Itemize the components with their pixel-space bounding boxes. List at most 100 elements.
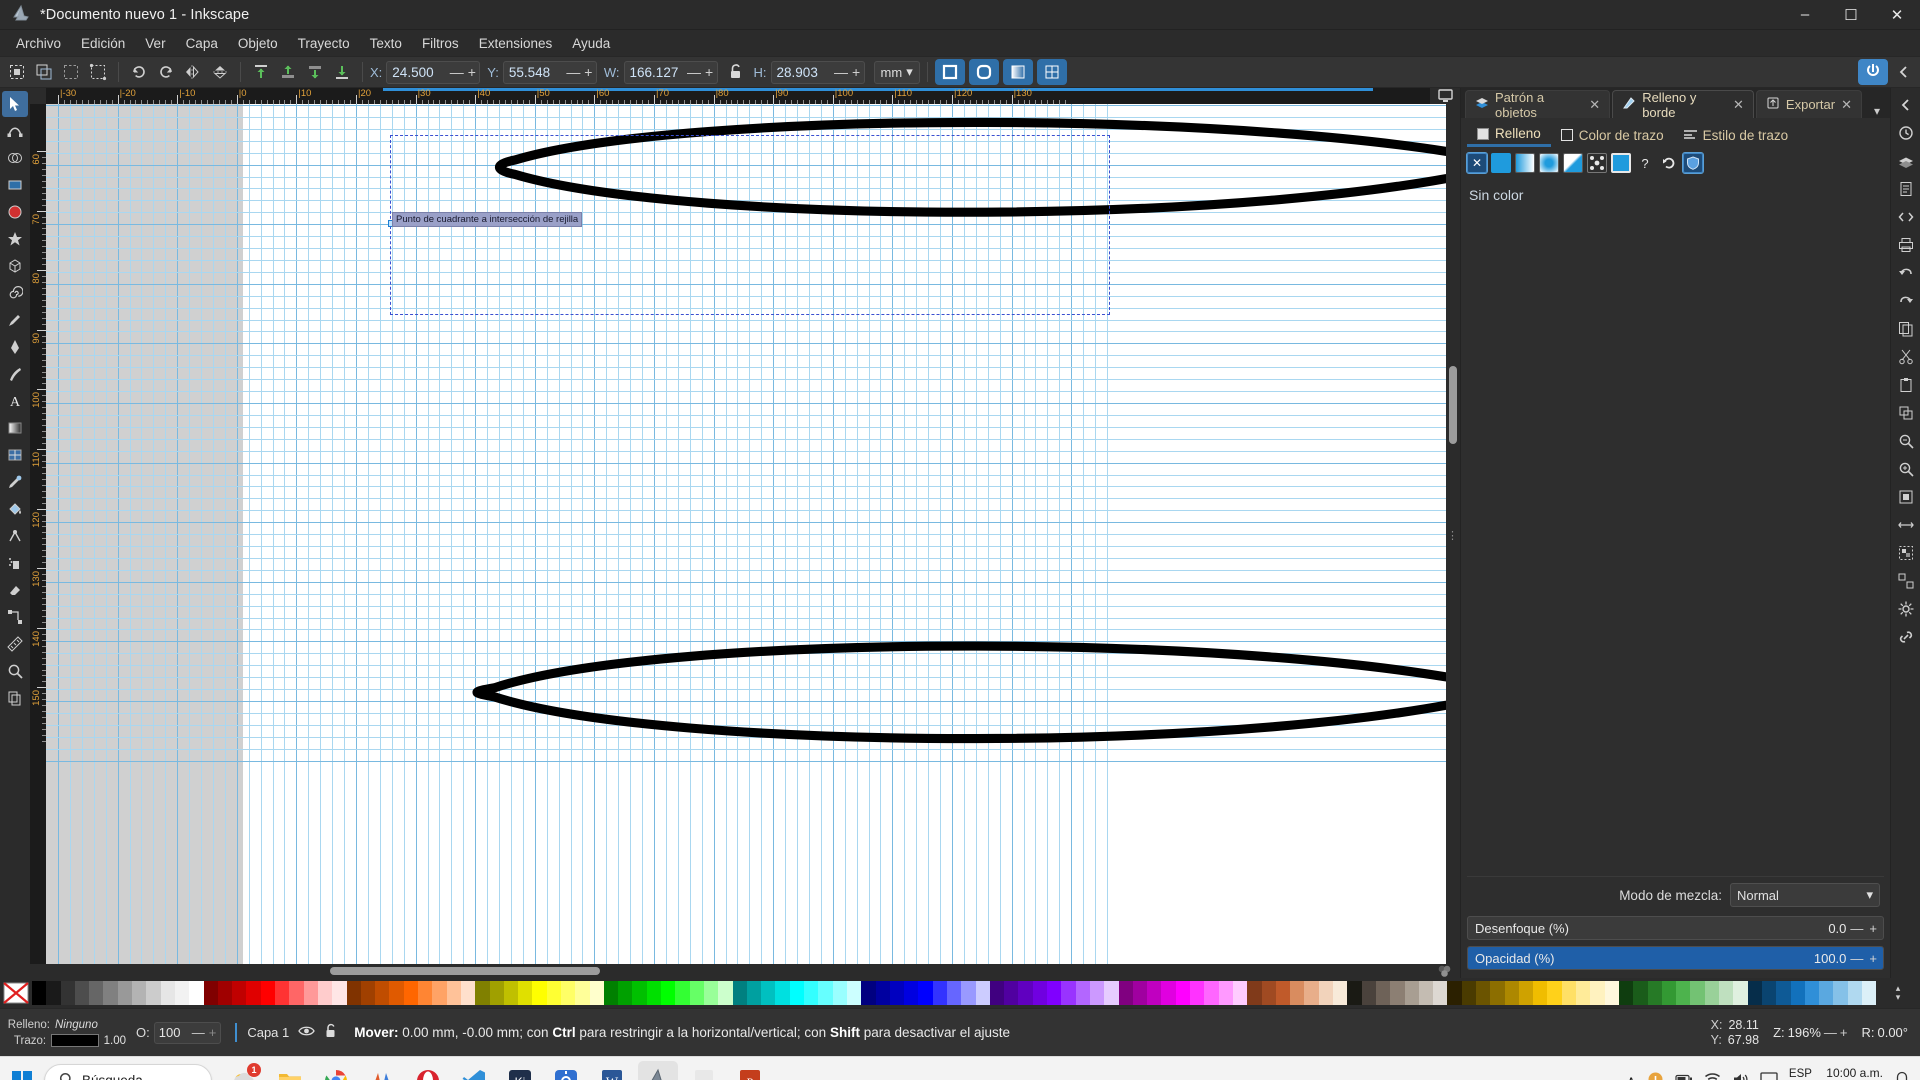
pattern-button[interactable] xyxy=(1587,153,1607,173)
x-plus[interactable]: + xyxy=(464,62,479,83)
palette-swatch[interactable] xyxy=(1061,981,1076,1005)
ellipse-tool[interactable] xyxy=(2,199,28,225)
palette-swatch[interactable] xyxy=(904,981,919,1005)
palette-swatch[interactable] xyxy=(160,981,175,1005)
palette-swatch[interactable] xyxy=(418,981,433,1005)
pencil-tool[interactable] xyxy=(2,307,28,333)
x-minus[interactable]: — xyxy=(449,62,464,83)
flat-color-button[interactable] xyxy=(1491,153,1511,173)
raise-button[interactable] xyxy=(275,59,301,85)
palette-swatch[interactable] xyxy=(389,981,404,1005)
rail-group[interactable] xyxy=(1893,540,1919,566)
palette-swatch[interactable] xyxy=(1190,981,1205,1005)
palette-scroll-down-icon[interactable]: ▾ xyxy=(1896,993,1901,1002)
palette-swatch[interactable] xyxy=(1590,981,1605,1005)
rail-redo[interactable] xyxy=(1893,288,1919,314)
palette-swatch[interactable] xyxy=(1690,981,1705,1005)
opacity-status-minus[interactable]: — xyxy=(189,1025,208,1040)
rail-zoom-drawing[interactable] xyxy=(1893,456,1919,482)
deselect-button[interactable] xyxy=(58,59,84,85)
palette-swatch[interactable] xyxy=(618,981,633,1005)
palette-swatch[interactable] xyxy=(1347,981,1362,1005)
stroke-color-swatch[interactable] xyxy=(51,1034,99,1047)
palette-swatch[interactable] xyxy=(317,981,333,1005)
palette-swatch[interactable] xyxy=(489,981,504,1005)
palette-swatch[interactable] xyxy=(1147,981,1162,1005)
menu-edicion[interactable]: Edición xyxy=(71,33,135,54)
palette-swatch[interactable] xyxy=(460,981,476,1005)
palette-swatch[interactable] xyxy=(117,981,133,1005)
affect-gradients-button[interactable] xyxy=(1002,59,1033,85)
palette-swatch[interactable] xyxy=(1661,981,1677,1005)
palette-swatch[interactable] xyxy=(1490,981,1505,1005)
menu-ver[interactable]: Ver xyxy=(135,33,175,54)
connector-tool[interactable] xyxy=(2,604,28,630)
lower-button[interactable] xyxy=(302,59,328,85)
menu-filtros[interactable]: Filtros xyxy=(412,33,469,54)
vertical-scrollbar-thumb[interactable] xyxy=(1449,366,1457,444)
rotate-90-ccw-button[interactable] xyxy=(126,59,152,85)
opacity-status-input[interactable] xyxy=(154,1025,189,1040)
blur-minus[interactable]: — xyxy=(1850,921,1869,936)
swatch-button[interactable] xyxy=(1611,153,1631,173)
palette-swatch[interactable] xyxy=(1447,981,1462,1005)
palette-swatch[interactable] xyxy=(1275,981,1291,1005)
mesh-tool[interactable] xyxy=(2,442,28,468)
palette-swatch[interactable] xyxy=(632,981,647,1005)
palette-swatch[interactable] xyxy=(217,981,233,1005)
palette-swatch[interactable] xyxy=(532,981,547,1005)
horizontal-ruler[interactable]: |-30 |-20 |-10 |0 |10 |20 |30 |40 |50 |60 |70 |80 |9… xyxy=(46,88,1430,104)
palette-swatch[interactable] xyxy=(875,981,890,1005)
palette-swatch[interactable] xyxy=(646,981,662,1005)
palette-swatch[interactable] xyxy=(1361,981,1376,1005)
affect-stroke-width-button[interactable] xyxy=(934,59,965,85)
palette-swatch[interactable] xyxy=(1761,981,1777,1005)
palette-swatch[interactable] xyxy=(1461,981,1476,1005)
palette-swatch[interactable] xyxy=(1647,981,1662,1005)
opacity-value[interactable]: 100.0 xyxy=(1814,951,1851,966)
palette-swatch[interactable] xyxy=(1304,981,1319,1005)
opacity-minus[interactable]: — xyxy=(1850,951,1869,966)
rail-zoom-width[interactable] xyxy=(1893,512,1919,538)
palette-swatch[interactable] xyxy=(189,981,204,1005)
palette-swatch[interactable] xyxy=(1089,981,1105,1005)
mesh-gradient-button[interactable] xyxy=(1563,153,1583,173)
palette-swatch[interactable] xyxy=(1032,981,1048,1005)
taskbar-opera[interactable] xyxy=(408,1061,448,1080)
selector-tool[interactable] xyxy=(2,91,28,117)
rail-ungroup[interactable] xyxy=(1893,568,1919,594)
palette-swatch[interactable] xyxy=(560,981,576,1005)
bezier-tool[interactable] xyxy=(2,334,28,360)
taskbar-file-explorer[interactable] xyxy=(270,1061,310,1080)
y-spinbox[interactable]: — + xyxy=(502,60,597,84)
lower-to-bottom-button[interactable] xyxy=(329,59,355,85)
palette-swatch[interactable] xyxy=(1704,981,1720,1005)
dock-overflow-chevron-icon[interactable]: ▾ xyxy=(1864,104,1890,118)
select-all-button[interactable] xyxy=(4,59,30,85)
rail-preferences[interactable] xyxy=(1893,596,1919,622)
palette-swatch[interactable] xyxy=(1747,981,1762,1005)
rail-xml-editor[interactable] xyxy=(1893,204,1919,230)
gradient-tool[interactable] xyxy=(2,415,28,441)
palette-swatch[interactable] xyxy=(260,981,276,1005)
y-minus[interactable]: — xyxy=(566,62,581,83)
palette-swatch[interactable] xyxy=(1290,981,1305,1005)
w-input[interactable] xyxy=(624,64,687,80)
palette-swatch[interactable] xyxy=(1075,981,1090,1005)
palette-swatch[interactable] xyxy=(703,981,719,1005)
taskbar-chrome[interactable] xyxy=(316,1061,356,1080)
palette-swatch[interactable] xyxy=(789,981,805,1005)
palette-swatch[interactable] xyxy=(1719,981,1734,1005)
no-paint-button[interactable]: ✕ xyxy=(1466,152,1488,174)
speaker-icon[interactable] xyxy=(1732,1072,1749,1080)
palette-swatch[interactable] xyxy=(1047,981,1062,1005)
palette-swatch[interactable] xyxy=(1232,981,1248,1005)
taskbar-search[interactable]: Búsqueda xyxy=(44,1063,212,1080)
lock-ratio-button[interactable] xyxy=(723,59,749,85)
palette-swatch[interactable] xyxy=(475,981,490,1005)
zoom-plus[interactable]: + xyxy=(1840,1025,1848,1040)
palette-swatch[interactable] xyxy=(503,981,519,1005)
snap-toggle-button[interactable] xyxy=(1858,59,1888,85)
linear-gradient-button[interactable] xyxy=(1515,153,1535,173)
palette-swatch[interactable] xyxy=(1175,981,1191,1005)
